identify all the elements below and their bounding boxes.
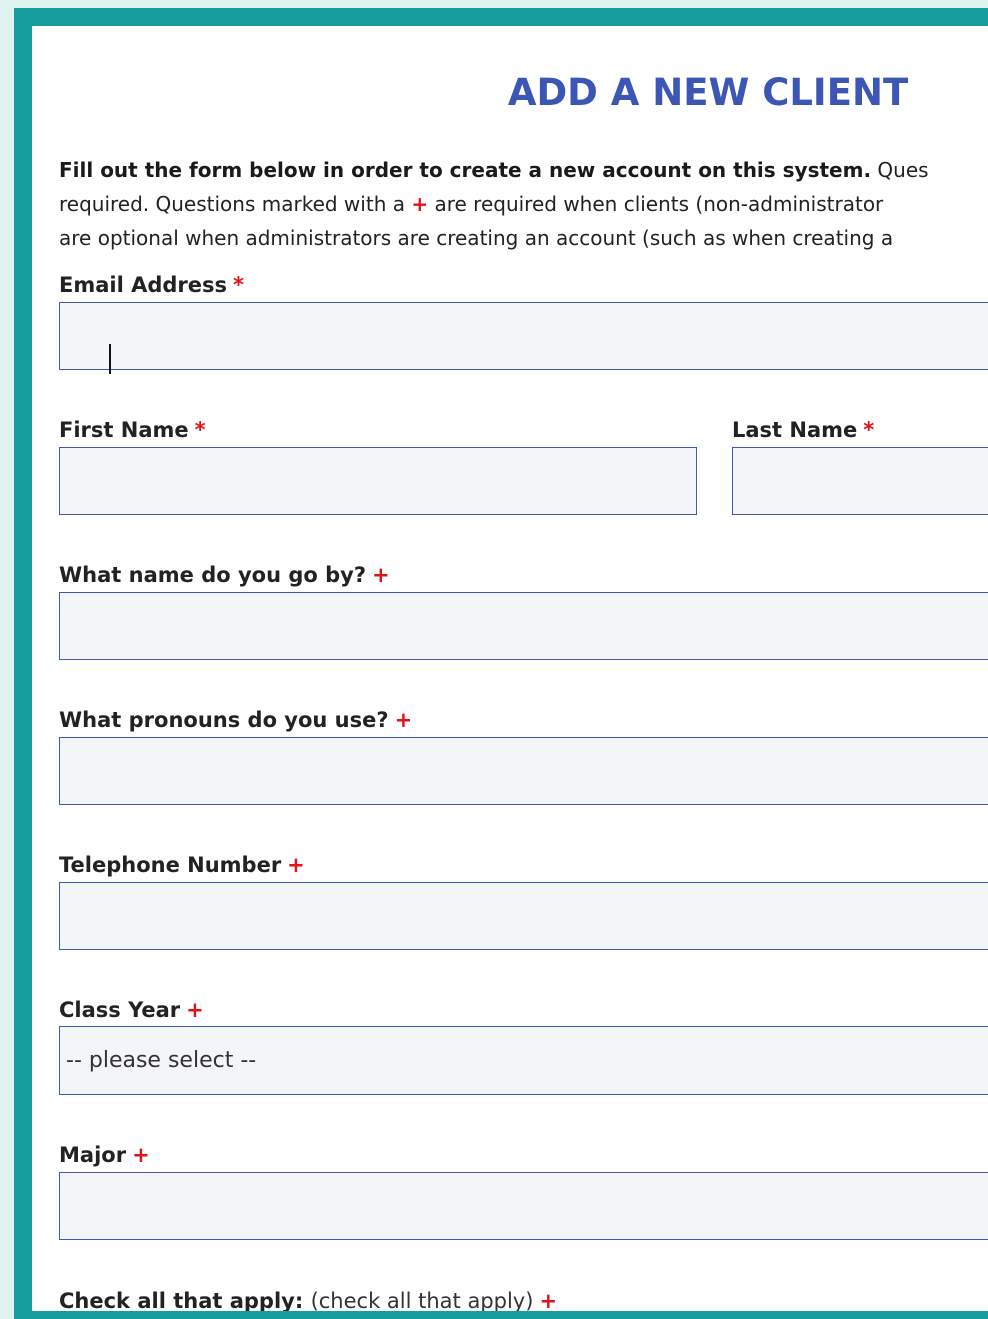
pronouns-label: What pronouns do you use? + [59, 706, 412, 734]
client-required-mark: + [411, 192, 429, 216]
major-input[interactable] [59, 1172, 988, 1240]
class-year-label: Class Year + [59, 996, 204, 1024]
instructions-line-1: Fill out the form below in order to crea… [59, 153, 988, 187]
preferred-name-input[interactable] [59, 592, 988, 660]
client-required-mark: + [287, 853, 305, 877]
client-required-mark: + [372, 563, 390, 587]
email-label-text: Email Address [59, 273, 228, 297]
pronouns-label-text: What pronouns do you use? [59, 708, 389, 732]
check-all-label: Check all that apply: (check all that ap… [59, 1287, 557, 1311]
telephone-label: Telephone Number + [59, 851, 305, 879]
client-required-mark: + [539, 1289, 558, 1311]
client-required-mark: + [186, 998, 204, 1022]
required-mark: * [233, 273, 245, 297]
class-year-label-text: Class Year [59, 998, 181, 1022]
page-title: ADD A NEW CLIENT [507, 71, 909, 114]
instructions-line-3: are optional when administrators are cre… [59, 226, 894, 250]
client-required-mark: + [132, 1143, 150, 1167]
text-caret [109, 344, 111, 374]
pronouns-input[interactable] [59, 737, 988, 805]
first-name-input[interactable] [59, 447, 697, 515]
client-required-mark: + [394, 708, 413, 732]
check-all-sublabel: (check all that apply) [310, 1289, 534, 1311]
email-label: Email Address * [59, 271, 244, 299]
major-label-text: Major [59, 1143, 127, 1167]
last-name-input[interactable] [732, 447, 988, 515]
instructions-line-1-rest: Ques [871, 158, 929, 182]
first-name-label: First Name * [59, 416, 206, 444]
preferred-name-label: What name do you go by? + [59, 561, 390, 589]
instructions-line-2-a: required. Questions marked with a [59, 192, 412, 216]
instructions-line-2-b: are required when clients (non-administr… [428, 192, 884, 216]
form-panel: ADD A NEW CLIENT Fill out the form below… [32, 26, 988, 1311]
required-mark: * [194, 418, 206, 442]
email-input[interactable] [59, 302, 988, 370]
instructions-line-2: required. Questions marked with a + are … [59, 187, 988, 221]
class-year-select[interactable]: -- please select -- [59, 1026, 988, 1095]
last-name-label: Last Name * [732, 416, 874, 444]
form-instructions: Fill out the form below in order to crea… [59, 153, 988, 255]
telephone-input[interactable] [59, 882, 988, 950]
required-mark: * [863, 418, 875, 442]
instructions-bold: Fill out the form below in order to crea… [59, 158, 872, 182]
check-all-label-text: Check all that apply: [59, 1289, 304, 1311]
preferred-name-label-text: What name do you go by? [59, 563, 367, 587]
major-label: Major + [59, 1141, 150, 1169]
last-name-label-text: Last Name [732, 418, 858, 442]
telephone-label-text: Telephone Number [59, 853, 282, 877]
class-year-selected-value: -- please select -- [66, 1048, 257, 1073]
first-name-label-text: First Name [59, 418, 189, 442]
